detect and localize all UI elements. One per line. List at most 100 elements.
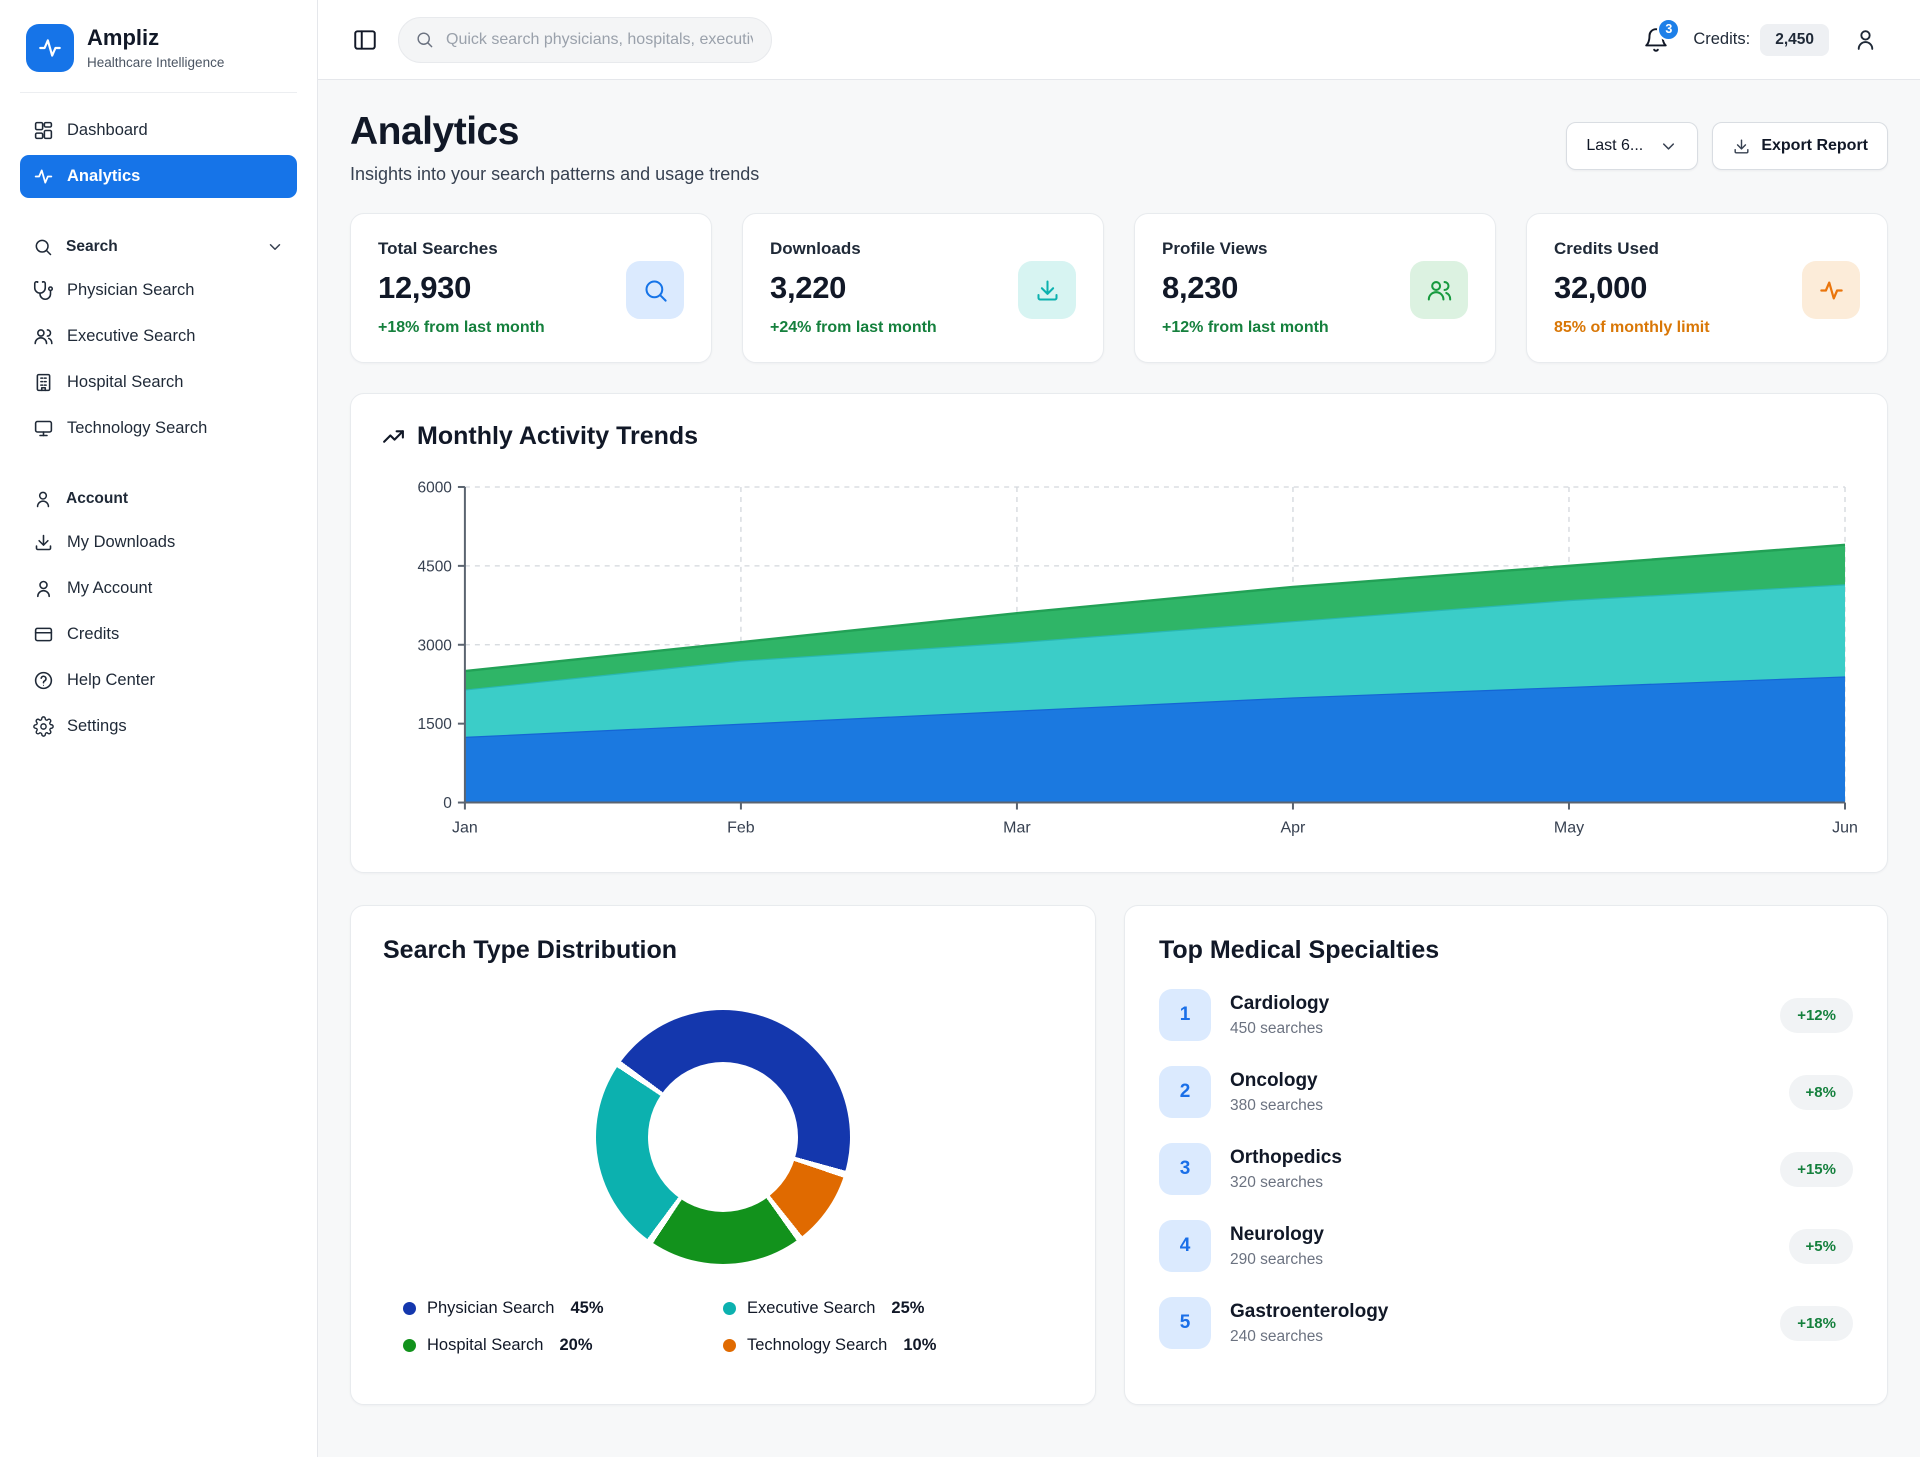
legend-item-hospital-search: Hospital Search20% xyxy=(403,1336,723,1355)
sidebar-item-dashboard[interactable]: Dashboard xyxy=(20,109,297,152)
export-report-button[interactable]: Export Report xyxy=(1712,122,1888,170)
specialty-delta-badge: +18% xyxy=(1780,1306,1853,1341)
credits-label: Credits: xyxy=(1693,30,1750,49)
svg-text:0: 0 xyxy=(443,795,452,812)
brand-tagline: Healthcare Intelligence xyxy=(87,55,224,70)
brand: Ampliz Healthcare Intelligence xyxy=(20,24,297,93)
svg-text:Jan: Jan xyxy=(452,820,478,837)
monthly-activity-panel: Monthly Activity Trends 0 1500 3000 4500 600… xyxy=(350,393,1888,873)
specialties-list: 1Cardiology450 searches+12% 2 Oncology 380 … xyxy=(1159,989,1853,1349)
sidebar-nav: Dashboard Analytics Search Physician Search… xyxy=(20,109,297,748)
stat-delta: +12% from last month xyxy=(1162,319,1329,337)
download-icon xyxy=(33,532,54,553)
sidebar-item-label: My Downloads xyxy=(67,533,175,552)
svg-text:6000: 6000 xyxy=(417,479,451,496)
search-icon xyxy=(415,30,434,49)
specialty-rank: 3 xyxy=(1159,1143,1211,1195)
sidebar-item-physician-search[interactable]: Physician Search xyxy=(20,269,297,312)
download-icon xyxy=(1034,277,1061,304)
specialty-name: Gastroenterology xyxy=(1230,1301,1388,1323)
sidebar-item-settings[interactable]: Settings xyxy=(20,705,297,748)
specialty-name: Oncology xyxy=(1230,1070,1323,1092)
stat-cards-row: Total Searches12,930+18% from last month… xyxy=(350,213,1888,363)
stat-label: Downloads xyxy=(770,239,937,259)
specialty-searches: 240 searches xyxy=(1230,1328,1388,1346)
page-subtitle: Insights into your search patterns and u… xyxy=(350,164,759,185)
specialty-delta-badge: +8% xyxy=(1789,1075,1853,1110)
distribution-title: Search Type Distribution xyxy=(383,936,677,965)
sidebar-item-label: Credits xyxy=(67,625,119,644)
sidebar: Ampliz Healthcare Intelligence Dashboard… xyxy=(0,0,318,1457)
specialty-row-neurology: 4Neurology290 searches+5% xyxy=(1159,1220,1853,1272)
specialty-delta-badge: +15% xyxy=(1780,1152,1853,1187)
legend-dot xyxy=(723,1339,736,1352)
legend-label: Technology Search xyxy=(747,1336,887,1355)
specialty-rank: 1 xyxy=(1159,989,1211,1041)
specialty-row-oncology: 2 Oncology 380 searches +8% xyxy=(1159,1066,1853,1118)
specialty-rank: 2 xyxy=(1159,1066,1211,1118)
date-range-select[interactable]: Last 6... xyxy=(1566,122,1698,170)
sidebar-item-credits[interactable]: Credits xyxy=(20,613,297,656)
search-icon xyxy=(33,237,53,257)
download-icon xyxy=(1732,137,1751,156)
specialty-searches: 320 searches xyxy=(1230,1174,1342,1192)
legend-dot xyxy=(723,1302,736,1315)
stat-delta: 85% of monthly limit xyxy=(1554,319,1710,337)
svg-text:3000: 3000 xyxy=(417,637,451,654)
notifications-button[interactable]: 3 xyxy=(1643,27,1669,53)
sidebar-item-help-center[interactable]: Help Center xyxy=(20,659,297,702)
stat-card-total-searches: Total Searches12,930+18% from last month xyxy=(350,213,712,363)
specialty-searches: 290 searches xyxy=(1230,1251,1324,1269)
sidebar-item-my-downloads[interactable]: My Downloads xyxy=(20,521,297,564)
user-icon xyxy=(33,578,54,599)
users-icon xyxy=(1426,277,1453,304)
sidebar-item-label: Dashboard xyxy=(67,121,148,140)
search-icon xyxy=(642,277,669,304)
topbar: 3 Credits: 2,450 xyxy=(318,0,1920,80)
credits-display: Credits: 2,450 xyxy=(1693,24,1829,56)
specialty-searches: 380 searches xyxy=(1230,1097,1323,1115)
stat-value: 12,930 xyxy=(378,270,545,306)
global-search[interactable] xyxy=(398,17,772,63)
monthly-activity-title: Monthly Activity Trends xyxy=(417,422,698,451)
users-icon xyxy=(33,326,54,347)
sidebar-item-label: Physician Search xyxy=(67,281,194,300)
sidebar-section-header-account[interactable]: Account xyxy=(20,480,297,518)
analytics-page: Analytics Insights into your search patt… xyxy=(318,80,1920,1457)
sidebar-item-hospital-search[interactable]: Hospital Search xyxy=(20,361,297,404)
sidebar-section-header-search[interactable]: Search xyxy=(20,228,297,266)
specialty-row-orthopedics: 3Orthopedics320 searches+15% xyxy=(1159,1143,1853,1195)
sidebar-item-my-account[interactable]: My Account xyxy=(20,567,297,610)
export-report-label: Export Report xyxy=(1761,137,1868,155)
sidebar-item-executive-search[interactable]: Executive Search xyxy=(20,315,297,358)
svg-text:Feb: Feb xyxy=(727,820,755,837)
credit-card-icon xyxy=(33,624,54,645)
credits-value: 2,450 xyxy=(1760,24,1829,56)
svg-text:1500: 1500 xyxy=(417,716,451,733)
specialty-rank: 5 xyxy=(1159,1297,1211,1349)
stat-label: Credits Used xyxy=(1554,239,1710,259)
stat-value: 32,000 xyxy=(1554,270,1710,306)
user-menu-button[interactable] xyxy=(1853,27,1878,52)
section-label: Search xyxy=(66,238,118,256)
main-area: 3 Credits: 2,450 Analytics Insights into… xyxy=(318,0,1920,1457)
sidebar-item-label: Settings xyxy=(67,717,127,736)
legend-item-physician-search: Physician Search45% xyxy=(403,1299,723,1318)
sidebar-toggle-icon[interactable] xyxy=(352,27,378,53)
help-icon xyxy=(33,670,54,691)
sidebar-item-label: Analytics xyxy=(67,167,140,186)
date-range-label: Last 6... xyxy=(1586,137,1643,155)
specialty-row-cardiology: 1Cardiology450 searches+12% xyxy=(1159,989,1853,1041)
sidebar-item-technology-search[interactable]: Technology Search xyxy=(20,407,297,450)
activity-icon xyxy=(33,166,54,187)
stat-iconbox xyxy=(626,261,684,319)
stat-iconbox xyxy=(1802,261,1860,319)
search-input[interactable] xyxy=(444,30,755,50)
svg-text:4500: 4500 xyxy=(417,558,451,575)
sidebar-item-label: Help Center xyxy=(67,671,155,690)
sidebar-item-analytics[interactable]: Analytics xyxy=(20,155,297,198)
legend-label: Physician Search xyxy=(427,1299,554,1318)
svg-text:Apr: Apr xyxy=(1281,820,1307,837)
specialty-delta-badge: +12% xyxy=(1780,998,1853,1033)
user-icon xyxy=(33,489,53,509)
